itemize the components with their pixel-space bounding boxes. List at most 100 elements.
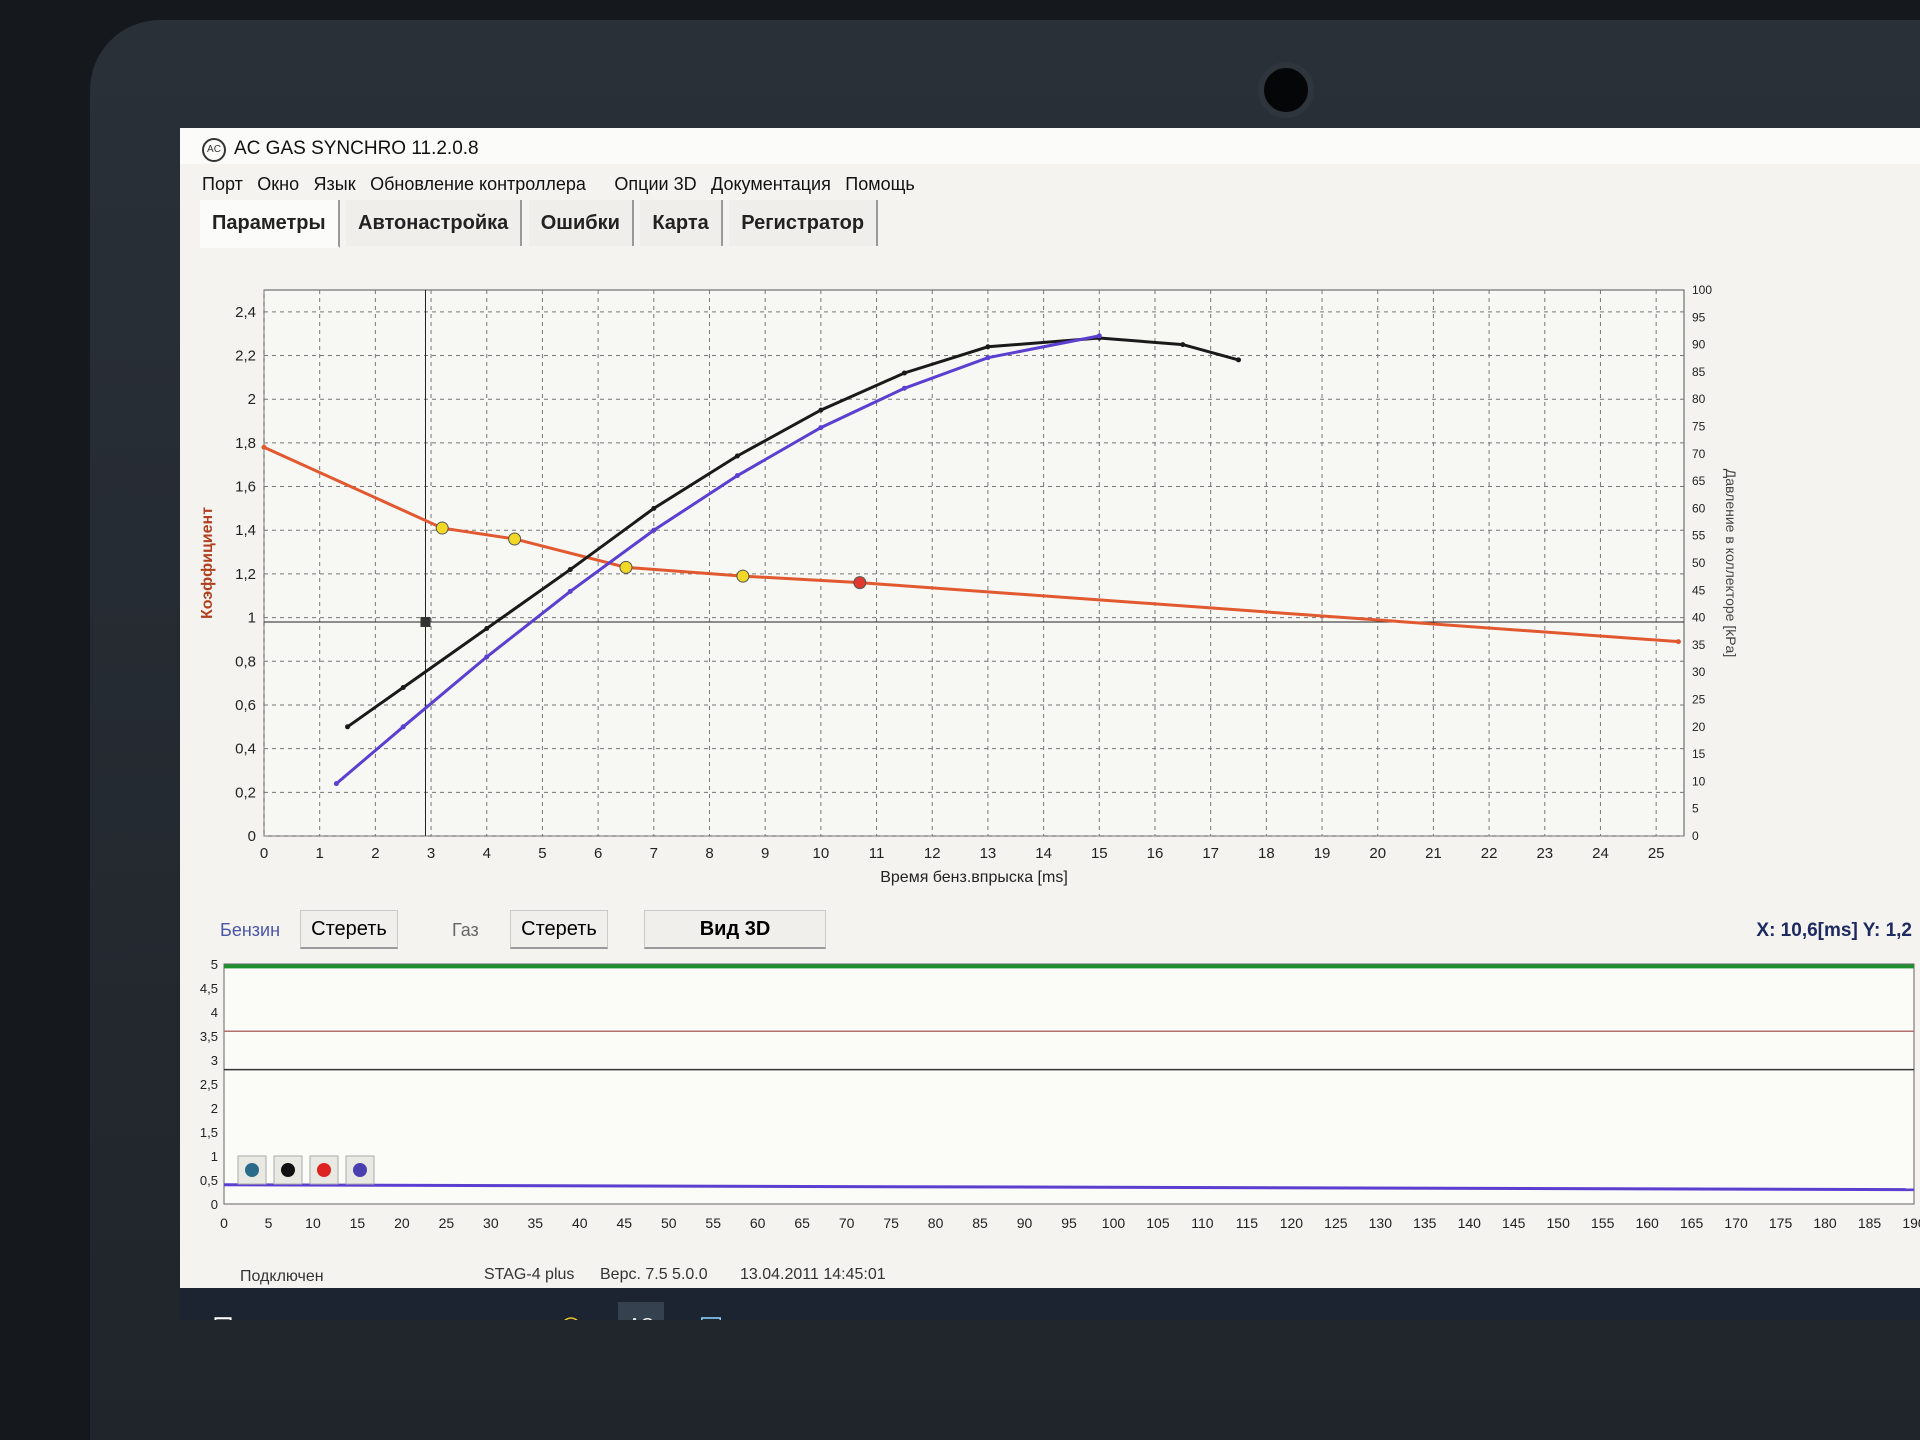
gas-clear-button[interactable]: Стереть bbox=[510, 910, 608, 949]
logger-y-tick-label: 1 bbox=[211, 1149, 218, 1164]
taskbar: ⊞ ⌕ ▭ e ▬ ◉ AC ▣ bbox=[180, 1288, 1920, 1320]
tab-map[interactable]: Карта bbox=[640, 200, 723, 246]
logger-x-tick-label: 155 bbox=[1591, 1215, 1615, 1231]
y2-tick-label: 70 bbox=[1692, 447, 1706, 461]
series-point bbox=[818, 407, 824, 413]
logger-plot-area bbox=[223, 963, 1915, 1205]
menu-controller-update[interactable]: Обновление контроллера bbox=[370, 174, 586, 195]
x-tick-label: 11 bbox=[869, 845, 885, 862]
logger-y-tick-label: 4,5 bbox=[200, 981, 218, 996]
curve-marker bbox=[508, 532, 522, 546]
logger-x-tick-label: 160 bbox=[1635, 1215, 1659, 1231]
y2-tick-label: 75 bbox=[1692, 420, 1706, 434]
logger-x-tick-label: 5 bbox=[265, 1215, 273, 1231]
x-tick-label: 0 bbox=[260, 845, 268, 862]
logger-x-tick-label: 30 bbox=[483, 1215, 499, 1231]
x-tick-label: 1 bbox=[316, 845, 324, 862]
tab-errors[interactable]: Ошибки bbox=[528, 200, 634, 246]
logger-x-tick-label: 165 bbox=[1680, 1215, 1704, 1231]
view-3d-button[interactable]: Вид 3D bbox=[644, 910, 826, 949]
tab-parameters[interactable]: Параметры bbox=[200, 200, 340, 248]
x-tick-label: 6 bbox=[594, 845, 602, 862]
tab-autotune[interactable]: Автонастройка bbox=[346, 200, 523, 246]
ac-icon[interactable]: AC bbox=[618, 1302, 664, 1320]
logger-x-tick-label: 10 bbox=[305, 1215, 321, 1231]
logger-x-tick-label: 35 bbox=[528, 1215, 544, 1231]
screen: AC AC GAS SYNCHRO 11.2.0.8 Порт Окно Язы… bbox=[180, 128, 1920, 1320]
series-point bbox=[734, 453, 740, 459]
series-point bbox=[818, 425, 824, 431]
logger-x-tick-label: 85 bbox=[972, 1215, 988, 1231]
app-icon[interactable]: ▣ bbox=[688, 1302, 734, 1321]
menu-options-3d[interactable]: Опции 3D bbox=[614, 174, 696, 195]
menu-documentation[interactable]: Документация bbox=[711, 174, 831, 195]
logger-y-tick-label: 0,5 bbox=[200, 1173, 218, 1188]
y2-tick-label: 95 bbox=[1692, 310, 1706, 324]
task-view-icon[interactable]: ▭ bbox=[338, 1302, 384, 1321]
tab-bar: Параметры Автонастройка Ошибки Карта Рег… bbox=[200, 200, 1900, 252]
y-tick-label: 1,8 bbox=[235, 435, 256, 452]
logger-x-tick-label: 50 bbox=[661, 1215, 677, 1231]
y2-tick-label: 90 bbox=[1692, 338, 1706, 352]
y-tick-label: 0,4 bbox=[235, 741, 256, 758]
edge-icon[interactable]: e bbox=[408, 1302, 454, 1321]
y-tick-label: 1,2 bbox=[235, 566, 256, 583]
logger-x-tick-label: 115 bbox=[1236, 1215, 1259, 1231]
status-bar: Подключен STAG-4 plus Верс. 7.5 5.0.0 13… bbox=[180, 1258, 1920, 1292]
series-point bbox=[333, 781, 339, 787]
x-tick-label: 18 bbox=[1258, 845, 1275, 862]
logger-x-tick-label: 90 bbox=[1017, 1215, 1033, 1231]
x-tick-label: 17 bbox=[1202, 845, 1219, 862]
logger-x-tick-label: 135 bbox=[1413, 1215, 1437, 1231]
logger-y-tick-label: 1,5 bbox=[200, 1125, 218, 1140]
device-version: Верс. 7.5 5.0.0 bbox=[600, 1266, 708, 1283]
series-point bbox=[734, 473, 740, 479]
gas-label: Газ bbox=[452, 920, 479, 940]
y-tick-label: 1,4 bbox=[235, 522, 256, 539]
y-tick-label: 2,4 bbox=[235, 304, 256, 321]
windows-icon[interactable]: ⊞ bbox=[200, 1302, 246, 1321]
chrome-icon[interactable]: ◉ bbox=[548, 1302, 594, 1321]
main-chart-svg[interactable]: 0 1 2 3 4 5 6 7 8 9 10 11 12 13 14 15 16 17 18 19 20 21 22 23 24… bbox=[180, 266, 1920, 906]
logger-x-tick-label: 185 bbox=[1858, 1215, 1882, 1231]
logger-y-tick-label: 5 bbox=[211, 958, 218, 972]
y2-tick-label: 10 bbox=[1692, 774, 1706, 788]
series-point bbox=[901, 385, 907, 391]
logger-y-tick-label: 4 bbox=[211, 1005, 218, 1020]
logger-x-tick-label: 150 bbox=[1547, 1215, 1571, 1231]
tab-logger[interactable]: Регистратор bbox=[729, 200, 879, 246]
x-tick-label: 8 bbox=[705, 845, 713, 862]
y-tick-label: 1,6 bbox=[235, 479, 256, 496]
logger-x-tick-label: 120 bbox=[1280, 1215, 1304, 1231]
y2-tick-label: 25 bbox=[1692, 693, 1706, 707]
x-tick-label: 5 bbox=[538, 845, 546, 862]
chart-controls: Бензин Стереть Газ Стереть Вид 3D X: 10,… bbox=[180, 906, 1920, 950]
logger-x-tick-label: 80 bbox=[928, 1215, 944, 1231]
explorer-icon[interactable]: ▬ bbox=[478, 1302, 524, 1321]
y2-tick-label: 100 bbox=[1692, 283, 1712, 297]
menu-language[interactable]: Язык bbox=[314, 174, 356, 195]
logger-x-tick-label: 110 bbox=[1191, 1215, 1214, 1231]
x-tick-label: 21 bbox=[1425, 845, 1442, 862]
logger-x-tick-label: 190 bbox=[1902, 1215, 1920, 1231]
device-name: STAG-4 plus bbox=[484, 1266, 575, 1283]
petrol-label: Бензин bbox=[220, 920, 281, 940]
logger-chart-svg[interactable]: 00,511,522,533,544,550 5 10 15 20 25 30 35 40 45 5… bbox=[180, 957, 1920, 1258]
petrol-clear-button[interactable]: Стереть bbox=[300, 910, 398, 949]
menu-port[interactable]: Порт bbox=[202, 174, 243, 195]
search-icon[interactable]: ⌕ bbox=[268, 1302, 314, 1320]
menu-window[interactable]: Окно bbox=[257, 174, 299, 195]
y2-tick-label: 80 bbox=[1692, 392, 1706, 406]
menu-help[interactable]: Помощь bbox=[845, 174, 915, 195]
series-point bbox=[1675, 639, 1681, 645]
series-point bbox=[261, 444, 267, 450]
y2-tick-label: 50 bbox=[1692, 556, 1706, 570]
device-datetime: 13.04.2011 14:45:01 bbox=[740, 1266, 886, 1283]
x-tick-label: 2 bbox=[371, 845, 379, 862]
logger-chart[interactable]: 0 0,5 1 1,5 2 2,5 3 3,5 4 4,5 5 0 5 10 15 20 25 30 35 40 45 5… bbox=[180, 957, 1920, 1258]
plot-area bbox=[263, 289, 1685, 837]
x-tick-label: 14 bbox=[1035, 845, 1052, 862]
y2-tick-label: 85 bbox=[1692, 365, 1706, 379]
logger-x-tick-label: 60 bbox=[750, 1215, 766, 1231]
series-point bbox=[985, 355, 991, 361]
